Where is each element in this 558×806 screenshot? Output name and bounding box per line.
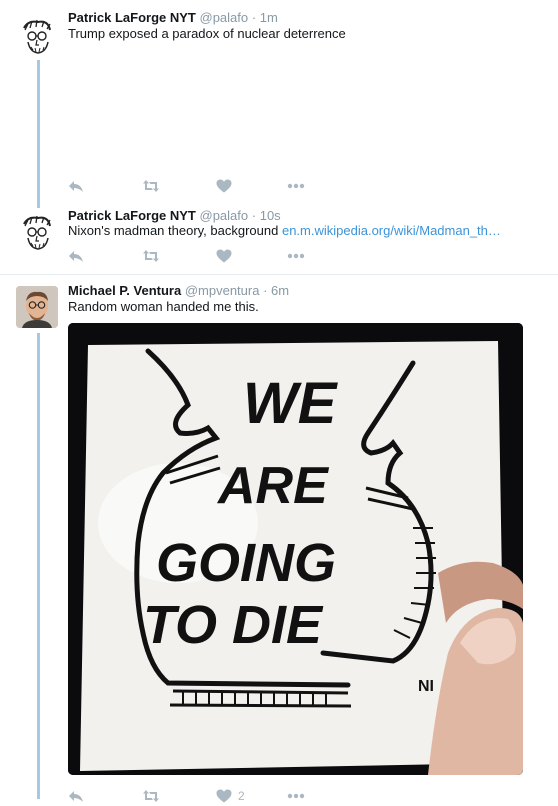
user-handle[interactable]: @palafo (200, 10, 249, 25)
reply-icon[interactable] (68, 788, 84, 804)
user-handle[interactable]: @palafo (200, 208, 249, 223)
reply-icon[interactable] (68, 178, 84, 194)
reply-icon[interactable] (68, 248, 84, 264)
tweet-header: Patrick LaForge NYT @palafo · 1m (68, 10, 278, 26)
tweet-text: Nixon's madman theory, background en.m.w… (68, 222, 501, 239)
separator-dot: · (251, 208, 257, 223)
tweet-text: Random woman handed me this. (68, 299, 259, 314)
tweet-actions (68, 248, 328, 266)
avatar[interactable] (16, 16, 58, 58)
tweet-actions: 2 (68, 788, 328, 806)
timestamp[interactable]: 10s (260, 208, 281, 223)
tweet-text-body: Nixon's madman theory, background (68, 223, 282, 238)
tweet-1[interactable]: Patrick LaForge NYT @palafo · 1m Trump e… (0, 0, 558, 205)
user-name[interactable]: Michael P. Ventura (68, 283, 181, 298)
timestamp[interactable]: 1m (260, 10, 278, 25)
tweet-link[interactable]: en.m.wikipedia.org/wiki/Madman_th… (282, 223, 501, 238)
timestamp[interactable]: 6m (271, 283, 289, 298)
like-icon[interactable] (216, 248, 232, 264)
tweet-photo[interactable]: WE ARE GOING TO DIE NI (68, 323, 523, 775)
more-icon[interactable] (287, 248, 305, 264)
like-icon[interactable] (216, 178, 232, 194)
sticker-word-3: GOING (156, 533, 336, 593)
tweet-actions (68, 178, 328, 196)
like-icon[interactable]: 2 (216, 788, 245, 804)
retweet-icon[interactable] (142, 788, 160, 804)
tweet-text: Trump exposed a paradox of nuclear deter… (68, 26, 346, 41)
sticker-word-2: ARE (216, 457, 329, 515)
sticker-signature: NI (418, 678, 434, 695)
sticker-word-1: WE (243, 371, 339, 436)
more-icon[interactable] (287, 178, 305, 194)
avatar[interactable] (16, 286, 58, 328)
like-count: 2 (238, 789, 245, 803)
tweet-2[interactable]: Patrick LaForge NYT @palafo · 10s Nixon'… (0, 205, 558, 274)
separator-dot: · (251, 10, 257, 25)
separator-dot: · (263, 283, 268, 298)
avatar[interactable] (16, 212, 58, 254)
sticker-word-4: TO DIE (143, 595, 324, 655)
sticker-photo-art: WE ARE GOING TO DIE NI (68, 323, 523, 775)
retweet-icon[interactable] (142, 178, 160, 194)
tweet-header: Michael P. Ventura @mpventura · 6m (68, 283, 289, 299)
user-handle[interactable]: @mpventura (185, 283, 260, 298)
retweet-icon[interactable] (142, 248, 160, 264)
user-name[interactable]: Patrick LaForge NYT (68, 208, 196, 223)
user-name[interactable]: Patrick LaForge NYT (68, 10, 196, 25)
more-icon[interactable] (287, 788, 305, 804)
